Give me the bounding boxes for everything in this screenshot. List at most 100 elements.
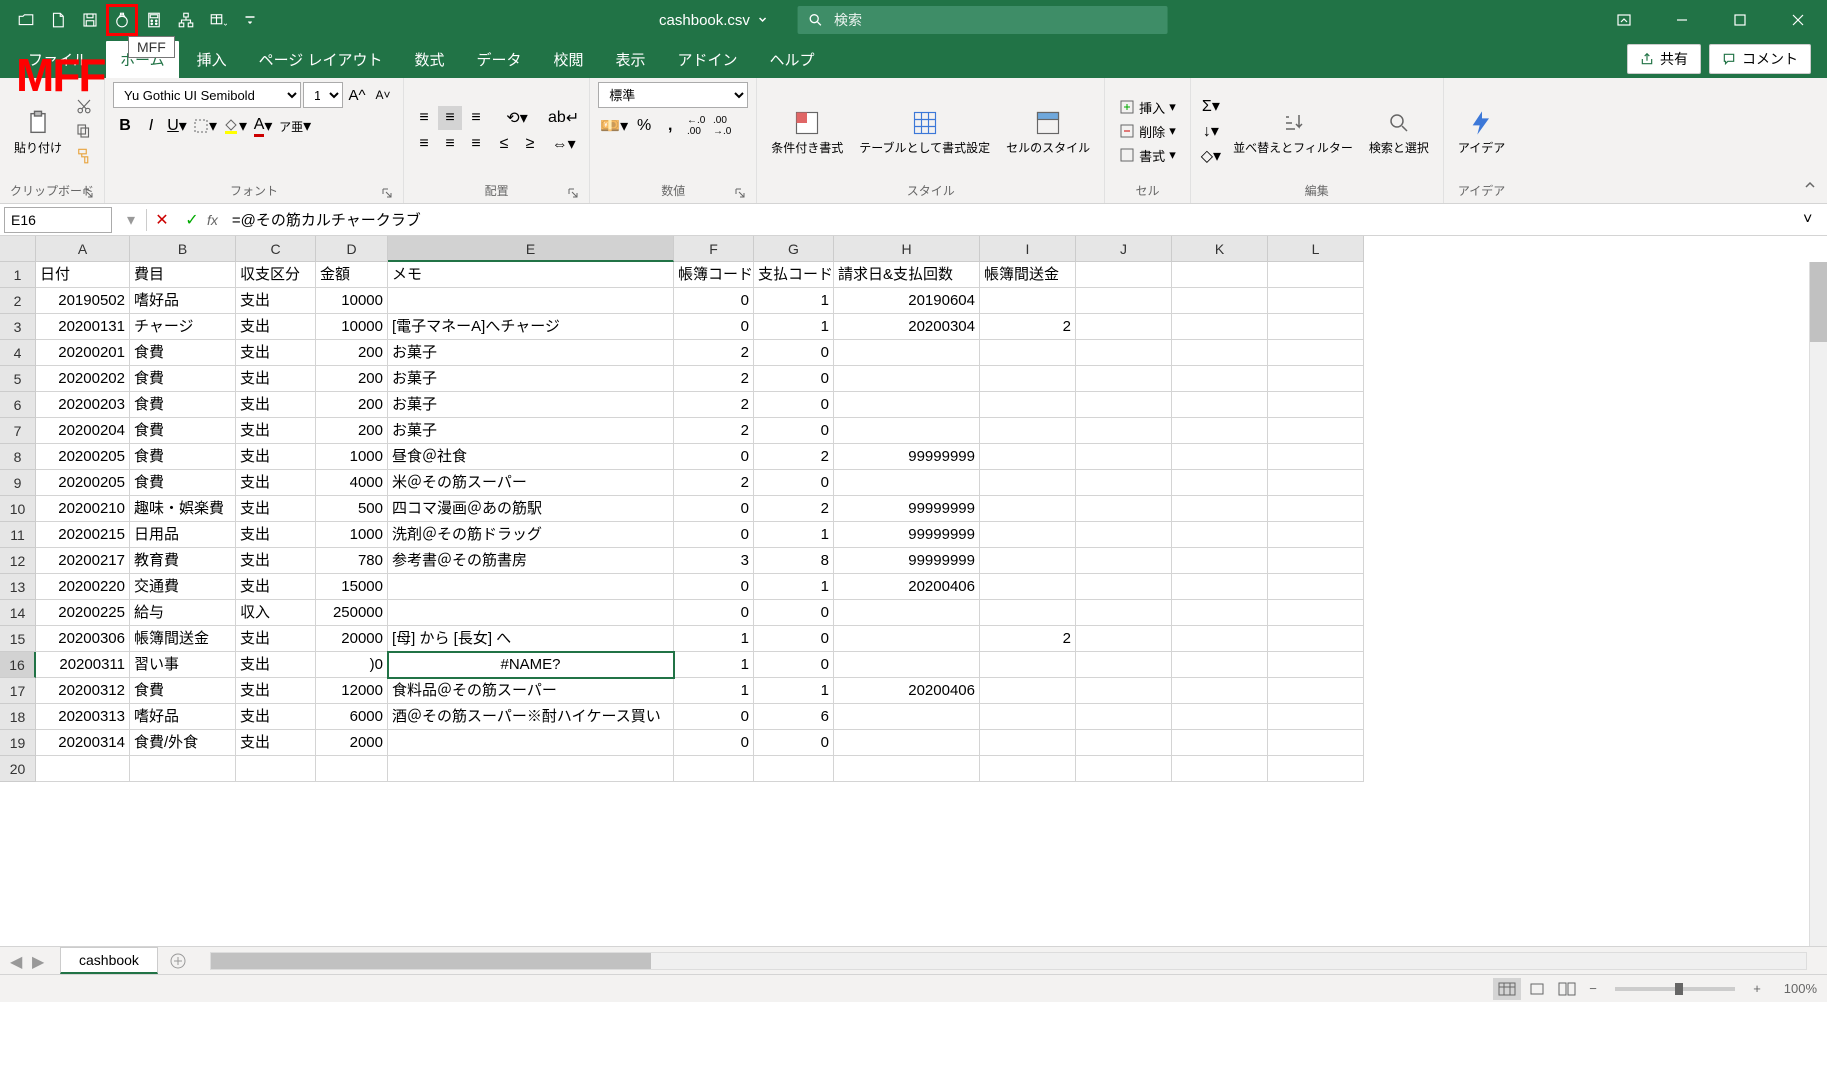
column-header-B[interactable]: B (130, 236, 236, 262)
tab-review[interactable]: 校閲 (540, 41, 598, 78)
cell[interactable]: 2 (980, 314, 1076, 340)
cell[interactable]: 99999999 (834, 444, 980, 470)
cell[interactable]: 0 (754, 366, 834, 392)
cell[interactable] (1268, 340, 1364, 366)
column-header-D[interactable]: D (316, 236, 388, 262)
cell[interactable] (1172, 626, 1268, 652)
vertical-scrollbar[interactable] (1809, 262, 1827, 946)
row-header-8[interactable]: 8 (0, 444, 36, 470)
cell[interactable]: 参考書＠その筋書房 (388, 548, 674, 574)
cell[interactable]: 支出 (236, 340, 316, 366)
cell[interactable] (1172, 600, 1268, 626)
italic-button[interactable]: I (139, 114, 163, 138)
hierarchy-icon[interactable] (170, 4, 202, 36)
cell[interactable]: お菓子 (388, 366, 674, 392)
cell[interactable]: 0 (674, 600, 754, 626)
column-header-A[interactable]: A (36, 236, 130, 262)
fx-icon[interactable]: fx (207, 212, 218, 228)
cell[interactable] (980, 470, 1076, 496)
cell[interactable] (980, 678, 1076, 704)
cell[interactable]: 支出 (236, 470, 316, 496)
copy-icon[interactable] (72, 119, 96, 143)
cell[interactable] (1268, 418, 1364, 444)
cell[interactable] (980, 444, 1076, 470)
cell[interactable]: 2 (674, 392, 754, 418)
cell[interactable]: 6000 (316, 704, 388, 730)
cell[interactable]: 支出 (236, 652, 316, 678)
cell[interactable]: 0 (754, 392, 834, 418)
cell[interactable] (834, 626, 980, 652)
align-center-icon[interactable]: ≡ (438, 132, 462, 156)
cell[interactable] (1268, 548, 1364, 574)
row-header-9[interactable]: 9 (0, 470, 36, 496)
header-cell[interactable]: 支払コード (754, 262, 834, 288)
cell[interactable] (1076, 418, 1172, 444)
header-cell[interactable]: 収支区分 (236, 262, 316, 288)
row-header-4[interactable]: 4 (0, 340, 36, 366)
cell[interactable]: 20200203 (36, 392, 130, 418)
cell[interactable]: 1 (754, 574, 834, 600)
cell[interactable]: 2 (674, 366, 754, 392)
open-icon[interactable] (10, 4, 42, 36)
cell[interactable]: 3 (674, 548, 754, 574)
page-break-view-icon[interactable] (1553, 978, 1581, 1000)
font-name-select[interactable]: Yu Gothic UI Semibold (113, 82, 301, 108)
number-format-select[interactable]: 標準 (598, 82, 748, 108)
header-cell[interactable] (1076, 262, 1172, 288)
cell[interactable] (980, 522, 1076, 548)
borders-icon[interactable]: ▾ (191, 114, 219, 138)
tab-nav-next-icon[interactable]: ▶ (32, 952, 50, 970)
cell[interactable]: 200 (316, 418, 388, 444)
cell[interactable]: 0 (754, 470, 834, 496)
cell[interactable] (980, 730, 1076, 756)
tab-help[interactable]: ヘルプ (756, 41, 829, 78)
fill-icon[interactable]: ↓▾ (1199, 119, 1223, 143)
cell[interactable]: 200 (316, 392, 388, 418)
wrap-text-icon[interactable]: ab↵ (546, 106, 581, 130)
cell[interactable]: 0 (674, 730, 754, 756)
cell[interactable]: 20190502 (36, 288, 130, 314)
cut-icon[interactable] (72, 94, 96, 118)
cell[interactable]: 支出 (236, 366, 316, 392)
cell[interactable]: 1 (754, 314, 834, 340)
cell[interactable]: チャージ (130, 314, 236, 340)
underline-button[interactable]: U▾ (165, 114, 189, 138)
row-header-2[interactable]: 2 (0, 288, 36, 314)
cell[interactable]: 食費 (130, 678, 236, 704)
cell[interactable] (1076, 548, 1172, 574)
cell[interactable] (1268, 366, 1364, 392)
cell[interactable]: 20200215 (36, 522, 130, 548)
cell[interactable] (1172, 366, 1268, 392)
cell[interactable] (1172, 418, 1268, 444)
collapse-ribbon-icon[interactable] (1793, 172, 1827, 203)
name-box-dropdown-icon[interactable]: ▾ (116, 205, 146, 235)
cell[interactable] (980, 600, 1076, 626)
cell[interactable]: 支出 (236, 288, 316, 314)
cell[interactable] (1172, 704, 1268, 730)
column-header-G[interactable]: G (754, 236, 834, 262)
accept-icon[interactable]: ✓ (177, 205, 207, 235)
decrease-indent-icon[interactable]: ≤ (492, 132, 516, 156)
cell[interactable] (388, 288, 674, 314)
table-dropdown-icon[interactable] (202, 4, 234, 36)
accounting-format-icon[interactable]: 💴▾ (598, 114, 630, 138)
cell[interactable]: 20190604 (834, 288, 980, 314)
orientation-icon[interactable]: ⟲▾ (492, 106, 542, 130)
zoom-slider[interactable] (1615, 987, 1735, 991)
cell[interactable] (1076, 392, 1172, 418)
cell[interactable] (1268, 730, 1364, 756)
column-header-E[interactable]: E (388, 236, 674, 262)
zoom-level[interactable]: 100% (1769, 981, 1817, 996)
cell[interactable]: 支出 (236, 704, 316, 730)
cell[interactable]: 0 (674, 496, 754, 522)
percent-icon[interactable]: % (632, 114, 656, 138)
row-header-3[interactable]: 3 (0, 314, 36, 340)
format-cells-button[interactable]: 書式 ▾ (1113, 144, 1182, 167)
cell[interactable]: 20200406 (834, 678, 980, 704)
cell[interactable] (1268, 678, 1364, 704)
column-header-C[interactable]: C (236, 236, 316, 262)
cell[interactable] (1172, 496, 1268, 522)
paste-button[interactable]: 貼り付け (8, 105, 68, 158)
cell[interactable]: 2 (674, 340, 754, 366)
select-all-corner[interactable] (0, 236, 36, 262)
